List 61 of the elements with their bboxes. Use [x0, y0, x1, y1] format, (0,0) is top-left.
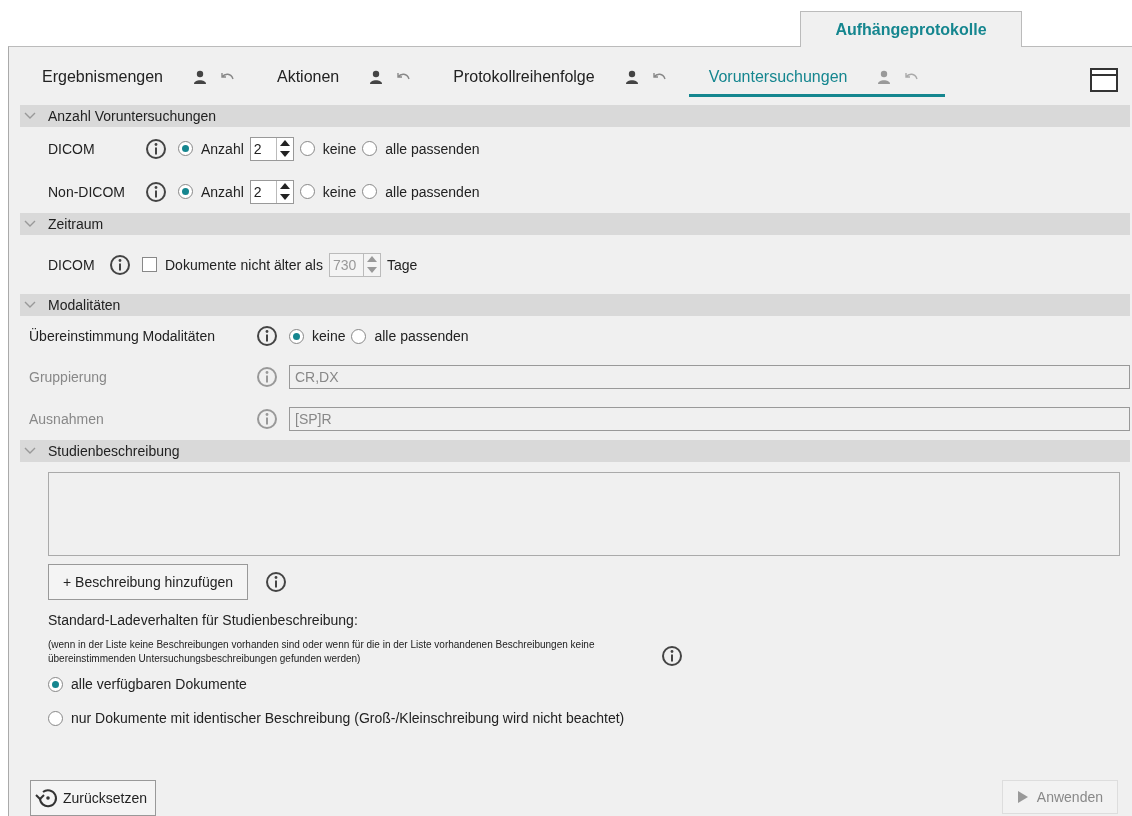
row-label: Übereinstimmung Modalitäten [29, 328, 216, 344]
row-label: Non-DICOM [48, 183, 126, 200]
radio-button[interactable] [351, 328, 367, 344]
number-spinner[interactable]: 2 [249, 179, 294, 204]
radio-button[interactable] [48, 676, 63, 692]
section-heading: Standard-Ladeverhalten für Studienbeschreibung: [48, 612, 359, 628]
section-header[interactable]: Modalitäten [20, 294, 1130, 316]
field-label: Ausnahmen [29, 411, 105, 427]
checkbox[interactable] [142, 257, 157, 272]
option-label: keine [322, 140, 357, 157]
tab[interactable]: Voruntersuchungen [688, 59, 946, 97]
window-icon[interactable] [1090, 68, 1118, 92]
option-label: nur Dokumente mit identischer Beschreibung (Groß-/Kleinschreibung wird nicht beachtet) [71, 710, 625, 726]
section-header[interactable]: Anzahl Voruntersuchungen [20, 105, 1130, 127]
radio-button[interactable] [178, 141, 193, 156]
person-icon[interactable] [624, 69, 639, 84]
radio-button[interactable] [362, 141, 378, 156]
radio-button[interactable] [299, 141, 315, 156]
top-tab[interactable]: Aufhängeprotokolle [800, 11, 1022, 47]
info-icon[interactable] [110, 254, 130, 275]
field-label: Gruppierung [29, 369, 108, 385]
reset-icon [35, 786, 59, 810]
radio-button[interactable] [289, 328, 304, 344]
play-icon [1016, 790, 1029, 804]
radio-button[interactable] [48, 710, 63, 726]
option-label: Anzahl [201, 183, 244, 200]
chevron-icon [24, 447, 36, 455]
tab[interactable]: Aktionen [276, 59, 412, 97]
tab[interactable]: Ergebnismengen [42, 59, 235, 97]
info-icon[interactable] [257, 326, 277, 346]
option-label: alle passenden [374, 328, 469, 344]
option-label: alle verfügbaren Dokumente [71, 676, 247, 692]
option-label: alle passenden [385, 183, 480, 200]
option-label: Anzahl [201, 140, 244, 157]
checkbox-label: Dokumente nicht älter als [165, 256, 323, 273]
info-icon[interactable] [266, 572, 287, 592]
radio-button[interactable] [299, 184, 315, 199]
chevron-icon [24, 301, 36, 309]
chevron-icon [24, 112, 36, 120]
unit-label: Tage [386, 256, 418, 273]
option-label: keine [322, 183, 357, 200]
chevron-icon [24, 220, 36, 228]
person-icon[interactable] [369, 69, 384, 84]
reset-button[interactable]: Zurücksetzen [30, 780, 157, 816]
radio-button[interactable] [362, 184, 378, 199]
row-label: DICOM [48, 256, 96, 273]
person-icon[interactable] [192, 69, 207, 84]
add-description-button[interactable]: + Beschreibung hinzufügen [48, 564, 249, 600]
section-header[interactable]: Studienbeschreibung [20, 440, 1130, 462]
option-label: keine [312, 328, 346, 344]
text-area[interactable] [48, 472, 1120, 556]
section-header[interactable]: Zeitraum [20, 213, 1130, 235]
number-spinner[interactable]: 2 [249, 136, 294, 161]
option-label: alle passenden [385, 140, 480, 157]
info-icon[interactable] [146, 138, 166, 159]
note-text: (wenn in der Liste keine Beschreibungen vorhanden sind oder wenn für die in der Liste vorhandenen Beschreibungen keine übereinstimmenden Untersuchungsbeschreibungen gefunden werden) [48, 638, 596, 666]
radio-button[interactable] [178, 184, 193, 199]
info-icon[interactable] [146, 181, 166, 202]
row-label: DICOM [48, 140, 96, 157]
info-icon[interactable] [662, 646, 682, 666]
tab[interactable]: Protokollreihenfolge [453, 59, 667, 97]
